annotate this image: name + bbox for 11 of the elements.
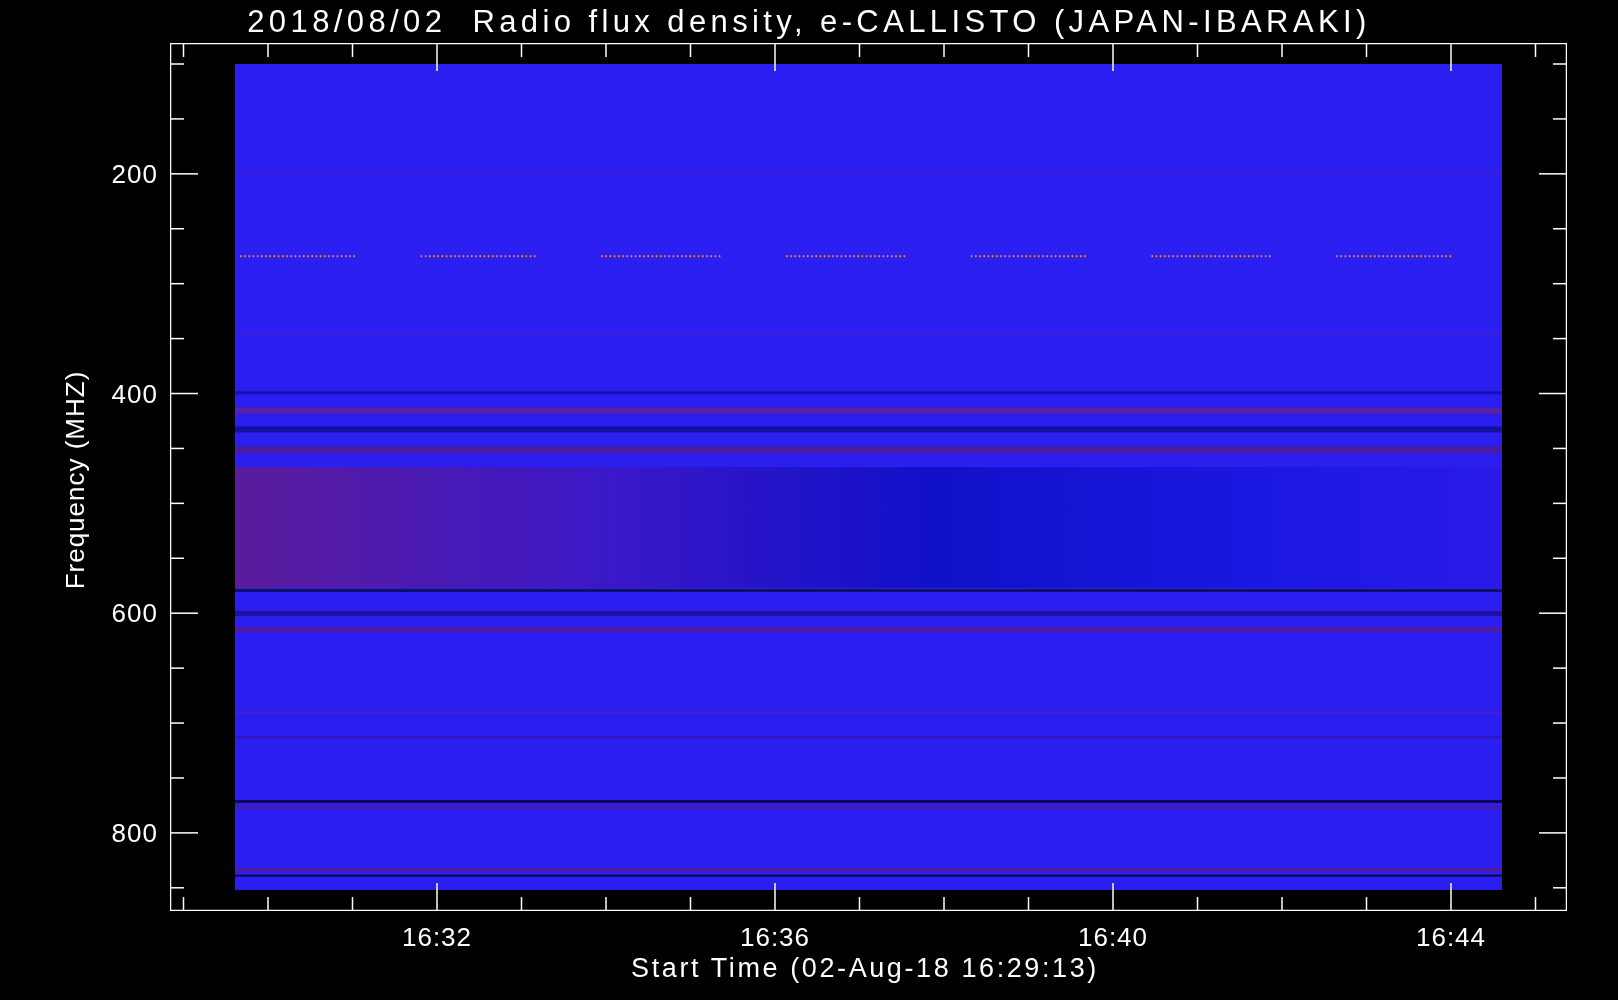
- x-tick-label: 16:40: [1077, 924, 1149, 950]
- x-tick-label: 16:32: [401, 924, 473, 950]
- y-tick-label: 200: [111, 160, 158, 187]
- x-tick-label: 16:44: [1415, 924, 1487, 950]
- x-tick-label: 16:36: [739, 924, 811, 950]
- x-axis-label: Start Time (02-Aug-18 16:29:13): [631, 955, 1099, 982]
- y-tick-label: 800: [111, 819, 158, 846]
- y-axis-label: Frequency (MHZ): [62, 370, 88, 590]
- y-tick-label: 600: [111, 600, 158, 627]
- chart-title: 2018/08/02 Radio flux density, e-CALLISTO (JAPAN-IBARAKI): [247, 6, 1371, 37]
- y-tick-label: 400: [111, 380, 158, 407]
